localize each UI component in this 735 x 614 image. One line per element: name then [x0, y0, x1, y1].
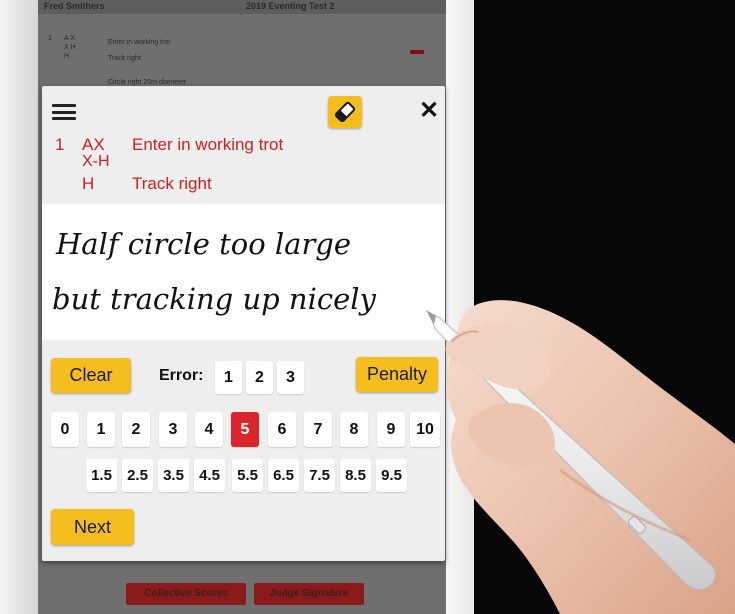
- tablet-bezel-left: [0, 0, 38, 614]
- score-key-6[interactable]: 6: [268, 412, 296, 447]
- black-background: [474, 0, 735, 614]
- score-key-8[interactable]: 8: [340, 412, 368, 447]
- half-score-key[interactable]: 4.5: [194, 459, 225, 492]
- penalty-button[interactable]: Penalty: [356, 357, 438, 392]
- score-key-5[interactable]: 5: [231, 412, 259, 447]
- half-score-key[interactable]: 6.5: [268, 459, 299, 492]
- half-score-key[interactable]: 5.5: [232, 459, 263, 492]
- eraser-button[interactable]: [328, 96, 362, 128]
- movement-number: 1: [55, 135, 65, 154]
- handwriting-line: Half circle too large: [55, 227, 351, 261]
- error-option-3[interactable]: 3: [277, 361, 304, 394]
- half-score-key[interactable]: 7.5: [304, 459, 335, 492]
- half-score-key[interactable]: 3.5: [158, 459, 189, 492]
- movement-directive: Enter in working trot: [132, 135, 284, 154]
- score-key-0[interactable]: 0: [51, 412, 79, 447]
- half-score-key[interactable]: 2.5: [122, 459, 153, 492]
- handwriting-pad[interactable]: Half circle too large but tracking up ni…: [42, 204, 445, 340]
- score-key-2[interactable]: 2: [122, 412, 150, 447]
- score-key-7[interactable]: 7: [304, 412, 332, 447]
- half-score-key[interactable]: 9.5: [376, 459, 407, 492]
- test-name: 2019 Eventing Test 2: [246, 1, 335, 11]
- handwriting-line: but tracking up nicely: [52, 282, 377, 316]
- error-label: Error:: [159, 367, 204, 384]
- judge-signature-button[interactable]: Judge Signature: [254, 583, 364, 605]
- movement-directive: Track right: [132, 174, 212, 193]
- close-icon[interactable]: ✕: [418, 99, 440, 123]
- score-key-10[interactable]: 10: [410, 412, 440, 447]
- movement-marker: AX: [82, 135, 105, 154]
- background-header: Fred Smithers 2019 Eventing Test 2: [38, 0, 446, 14]
- error-option-1[interactable]: 1: [215, 361, 242, 394]
- scoring-modal: ✕ 1 AX X-H H Enter in working trot Track…: [42, 86, 445, 561]
- eraser-icon: [334, 101, 356, 123]
- score-key-1[interactable]: 1: [87, 412, 115, 447]
- half-score-key[interactable]: 1.5: [86, 459, 117, 492]
- next-button[interactable]: Next: [51, 509, 134, 545]
- clear-button[interactable]: Clear: [51, 358, 131, 393]
- rider-name: Fred Smithers: [44, 1, 105, 11]
- score-key-4[interactable]: 4: [195, 412, 223, 447]
- movement-marker: X-H: [82, 153, 110, 170]
- background-score-dash: [410, 50, 424, 54]
- half-score-key[interactable]: 8.5: [340, 459, 371, 492]
- movement-marker: H: [82, 174, 95, 193]
- score-key-9[interactable]: 9: [377, 412, 405, 447]
- menu-icon[interactable]: [52, 104, 76, 120]
- tablet-bezel-right: [446, 0, 474, 614]
- score-key-3[interactable]: 3: [159, 412, 187, 447]
- error-option-2[interactable]: 2: [246, 361, 273, 394]
- collective-scores-button[interactable]: Collective Scores: [126, 583, 246, 605]
